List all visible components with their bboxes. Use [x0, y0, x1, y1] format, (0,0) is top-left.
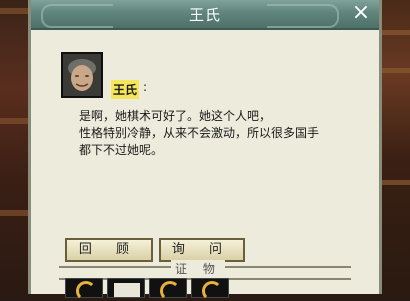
hook-item-icon [160, 281, 180, 301]
dialog-window: 王氏 × 王氏 : 是啊，她棋术可好了。她这个人吧， 性格特别冷静，从来不会激动… [28, 0, 382, 301]
review-button[interactable]: 回 顾 [65, 238, 153, 262]
title-bar: 王氏 × [31, 0, 379, 30]
hook-item-icon [76, 281, 96, 301]
dialog-text: 是啊，她棋术可好了。她这个人吧， 性格特别冷静，从来不会激动，所以很多国手 都下… [79, 109, 320, 157]
evidence-label: 证 物 [171, 260, 225, 277]
evidence-slot-4[interactable] [191, 278, 229, 301]
speaker-portrait [61, 52, 103, 98]
document-item-icon [114, 283, 140, 297]
hook-item-icon [202, 281, 222, 301]
close-icon[interactable]: × [351, 2, 371, 24]
evidence-slot-1[interactable] [65, 278, 103, 301]
ask-button[interactable]: 询 问 [159, 238, 245, 262]
window-title: 王氏 [188, 6, 221, 24]
speaker-colon: : [143, 80, 148, 94]
evidence-slot-3[interactable] [149, 278, 187, 301]
speaker-name: 王氏 [111, 80, 140, 99]
evidence-slot-2[interactable] [107, 278, 145, 298]
